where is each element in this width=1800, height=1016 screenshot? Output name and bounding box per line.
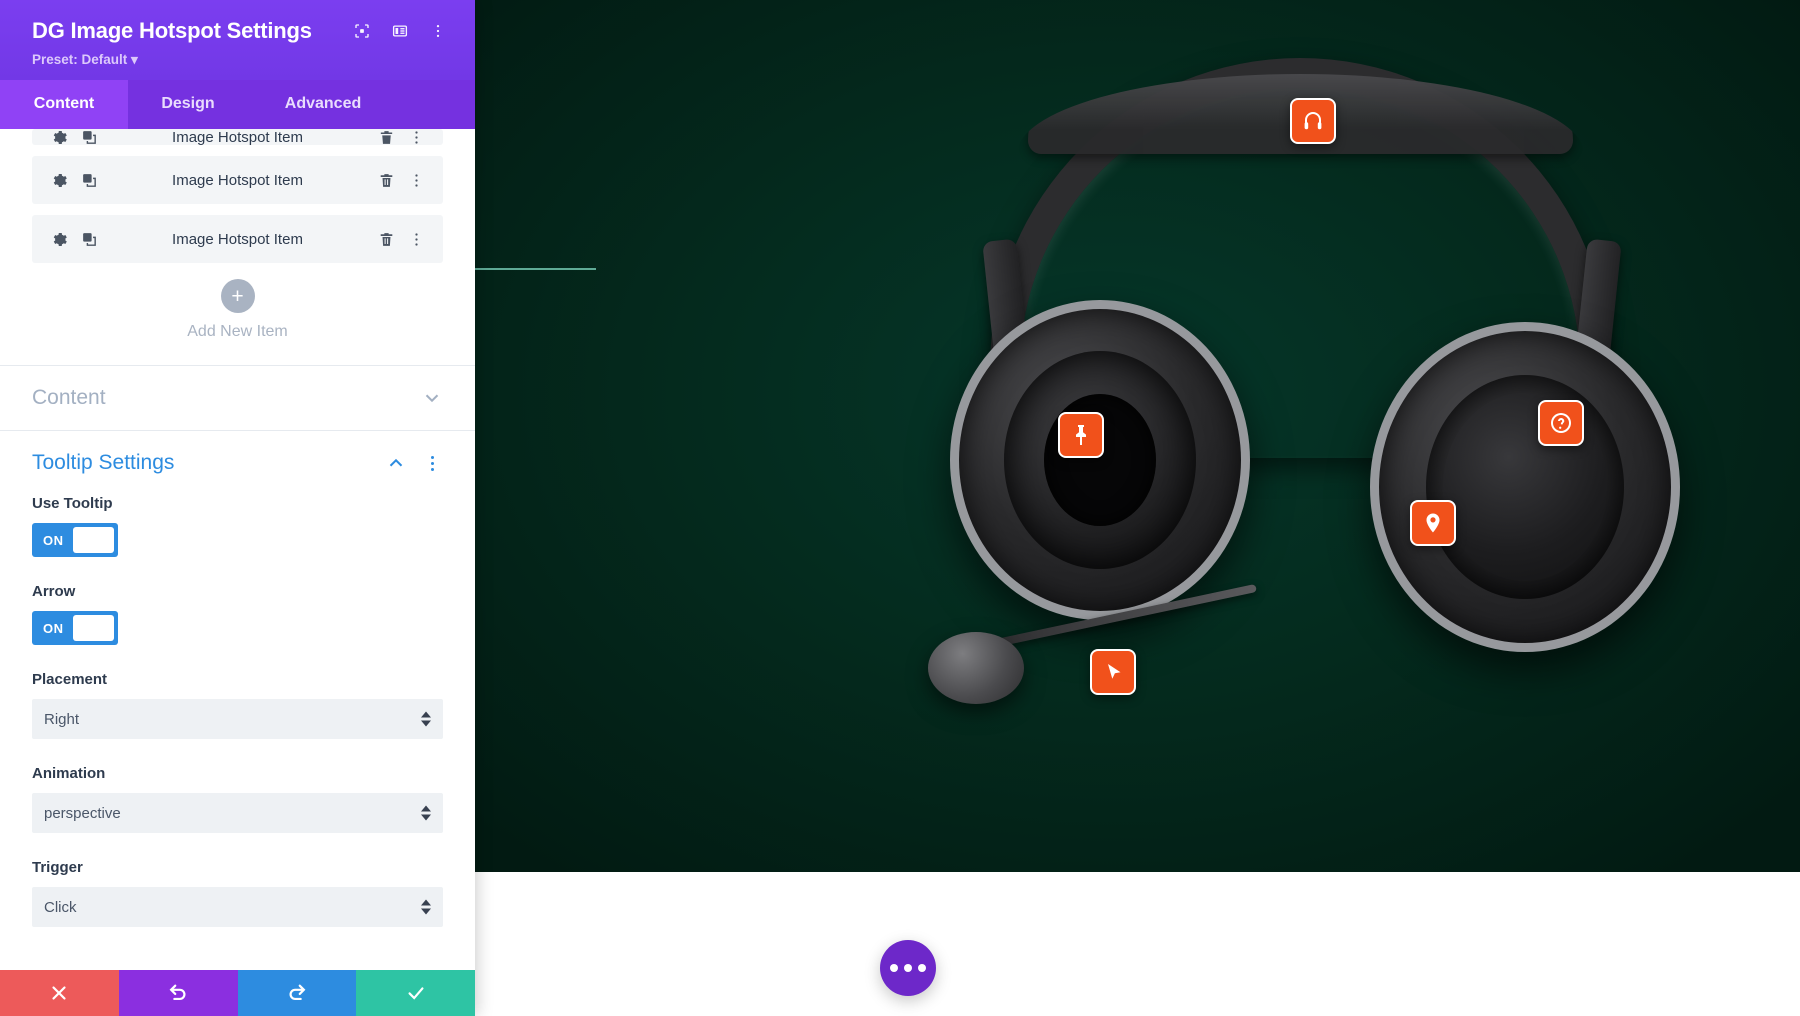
item-label: Image Hotspot Item [172,230,303,248]
select-value: Click [44,898,77,916]
left-earcup [950,300,1250,620]
item-label: Image Hotspot Item [172,129,303,145]
chevron-up-icon [385,452,407,474]
field-label: Placement [32,671,108,688]
preset-selector[interactable]: Preset: Default ▾ [32,52,453,68]
hotspot-pushpin-icon[interactable] [1058,412,1104,458]
placement-select[interactable]: Right [32,699,443,739]
panel-title: DG Image Hotspot Settings [32,18,312,43]
hotspot-location-icon[interactable] [1410,500,1456,546]
trash-icon[interactable] [371,165,401,195]
toggle-knob [72,527,114,553]
add-new-item-label: Add New Item [187,323,288,340]
headphones-product-image [928,40,1690,740]
toggle-state-label: ON [43,620,64,636]
field-arrow: Arrow ON [0,583,475,645]
trash-icon[interactable] [371,224,401,254]
field-use-tooltip: Use Tooltip ON [0,495,475,557]
kebab-menu-icon[interactable] [401,129,431,145]
hotspot-question-icon[interactable] [1538,400,1584,446]
field-placement: Placement Right [0,671,475,739]
duplicate-icon[interactable] [74,165,104,195]
panel-body: Image Hotspot Item Image Hotspot Item Im… [0,129,475,970]
module-settings-panel: DG Image Hotspot Settings Preset: Defaul… [0,0,475,1016]
panel-header: DG Image Hotspot Settings Preset: Defaul… [0,0,475,80]
animation-select[interactable]: perspective [32,793,443,833]
screen: of sis fermentum. ssim pellenque t ornar… [0,0,1800,1016]
save-button[interactable] [356,970,475,1016]
kebab-dot [430,467,434,471]
hotspot-headphones-icon[interactable] [1290,98,1336,144]
kebab-dot [430,455,434,459]
duplicate-icon[interactable] [74,224,104,254]
gear-icon[interactable] [44,224,74,254]
select-value: perspective [44,804,121,822]
undo-icon [169,984,186,1001]
mic-windscreen [928,632,1024,704]
hotspot-items-list: Image Hotspot Item Image Hotspot Item Im… [0,129,475,341]
plus-icon: + [220,279,255,313]
layout-icon[interactable] [385,16,415,46]
preset-label: Preset: Default [32,52,128,67]
toggle-knob [72,615,114,641]
table-row[interactable]: Image Hotspot Item [32,129,443,145]
field-label: Trigger [32,859,83,876]
select-value: Right [44,710,80,728]
arrow-toggle[interactable]: ON [32,611,118,645]
ellipsis-dot [918,964,926,972]
right-earcup [1370,322,1680,652]
section-header-tooltip-settings[interactable]: Tooltip Settings [0,431,475,495]
kebab-dot [430,461,434,465]
panel-footer [0,970,475,1016]
field-label: Animation [32,765,106,782]
trigger-select[interactable]: Click [32,887,443,927]
field-animation: Animation perspective [0,765,475,833]
more-options-button[interactable] [880,940,936,996]
field-label: Arrow [32,583,76,600]
ellipsis-dot [890,964,898,972]
select-arrows-icon [421,899,431,915]
field-label: Use Tooltip [32,495,113,512]
kebab-menu-icon[interactable] [401,165,431,195]
ellipsis-dot [904,964,912,972]
hotspot-cursor-icon[interactable] [1090,649,1136,695]
table-row[interactable]: Image Hotspot Item [32,156,443,204]
select-arrows-icon [421,711,431,727]
chevron-down-icon [421,387,443,409]
close-icon [52,986,66,1000]
section-options-icon[interactable] [421,452,443,474]
gear-icon[interactable] [44,165,74,195]
tab-content[interactable]: Content [0,80,128,129]
undo-button[interactable] [118,970,238,1016]
gear-icon[interactable] [44,129,74,145]
redo-button[interactable] [237,970,357,1016]
focus-icon[interactable] [347,16,377,46]
use-tooltip-toggle[interactable]: ON [32,523,118,557]
field-trigger: Trigger Click [0,859,475,927]
item-label: Image Hotspot Item [172,171,303,189]
cancel-button[interactable] [0,970,119,1016]
panel-tabs: Content Design Advanced [0,80,475,129]
duplicate-icon[interactable] [74,129,104,145]
section-header-content[interactable]: Content [0,366,475,430]
trash-icon[interactable] [371,129,401,145]
section-title: Tooltip Settings [32,451,175,474]
kebab-menu-icon[interactable] [423,16,453,46]
tab-design[interactable]: Design [128,80,248,129]
redo-icon [289,984,306,1001]
kebab-menu-icon[interactable] [401,224,431,254]
tab-advanced[interactable]: Advanced [248,80,398,129]
check-icon [408,987,424,1000]
select-arrows-icon [421,805,431,821]
section-title: Content [32,386,106,409]
table-row[interactable]: Image Hotspot Item [32,215,443,263]
toggle-state-label: ON [43,532,64,548]
add-new-item-button[interactable]: + Add New Item [32,279,443,341]
chevron-down-icon: ▾ [131,52,138,67]
